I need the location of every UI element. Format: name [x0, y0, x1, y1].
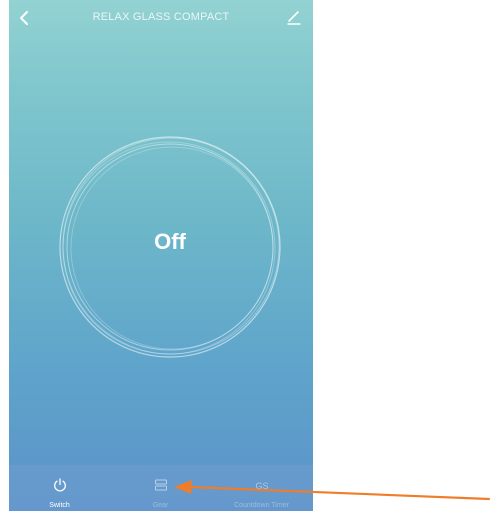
- page-title: RELAX GLASS COMPACT: [92, 11, 230, 23]
- svg-text:GS: GS: [255, 481, 268, 491]
- tab-switch[interactable]: Switch: [9, 465, 110, 511]
- power-dial[interactable]: Off: [56, 133, 284, 361]
- edit-button[interactable]: [285, 8, 303, 26]
- device-state-label: Off: [154, 229, 186, 254]
- bottom-tab-bar: Switch Gear GS Countdown Timer: [9, 465, 313, 511]
- tab-countdown-timer-label: Countdown Timer: [234, 502, 289, 509]
- tab-countdown-timer[interactable]: GS Countdown Timer: [211, 465, 312, 511]
- screenshot-canvas: RELAX GLASS COMPACT Off Switch Gear GS C…: [0, 0, 493, 511]
- timer-icon: GS: [255, 481, 268, 491]
- gear-levels-icon: [154, 479, 167, 491]
- tab-switch-label: Switch: [49, 502, 70, 509]
- chevron-left-icon: [20, 11, 28, 25]
- tab-gear-label: Gear: [152, 502, 169, 509]
- pencil-icon: [287, 11, 301, 25]
- app-screen: RELAX GLASS COMPACT Off Switch Gear GS C…: [9, 0, 313, 511]
- power-icon: [53, 478, 66, 492]
- back-button[interactable]: [15, 8, 35, 28]
- tab-gear[interactable]: Gear: [110, 465, 211, 511]
- top-bar: RELAX GLASS COMPACT: [9, 0, 313, 40]
